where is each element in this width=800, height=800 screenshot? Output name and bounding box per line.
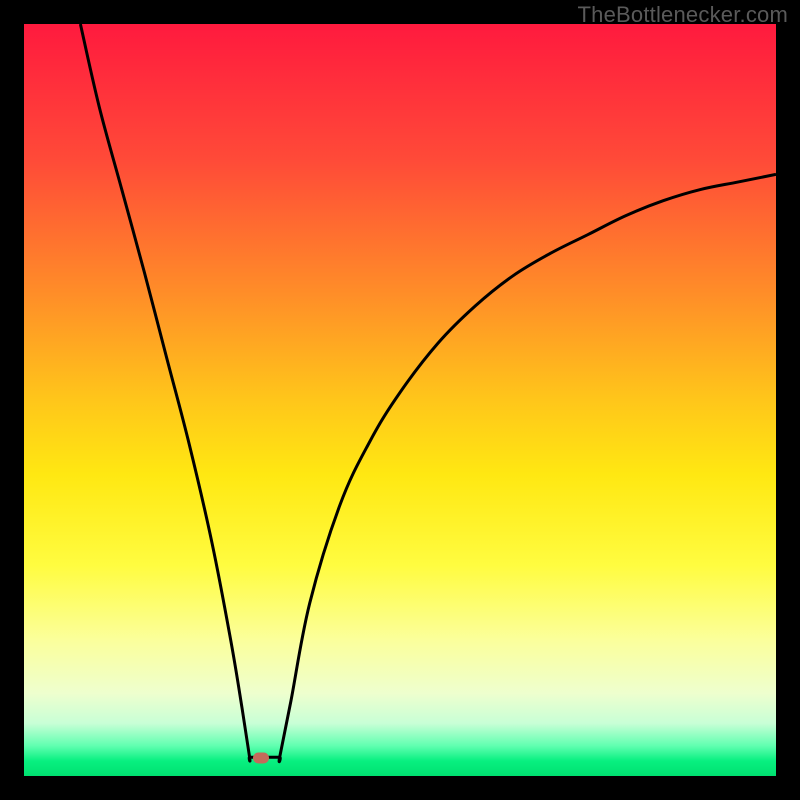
curve-path [80, 24, 776, 762]
optimal-point-marker [253, 752, 269, 763]
bottleneck-curve [24, 24, 776, 776]
chart-plot-area [24, 24, 776, 776]
attribution-text: TheBottlenecker.com [578, 2, 788, 28]
